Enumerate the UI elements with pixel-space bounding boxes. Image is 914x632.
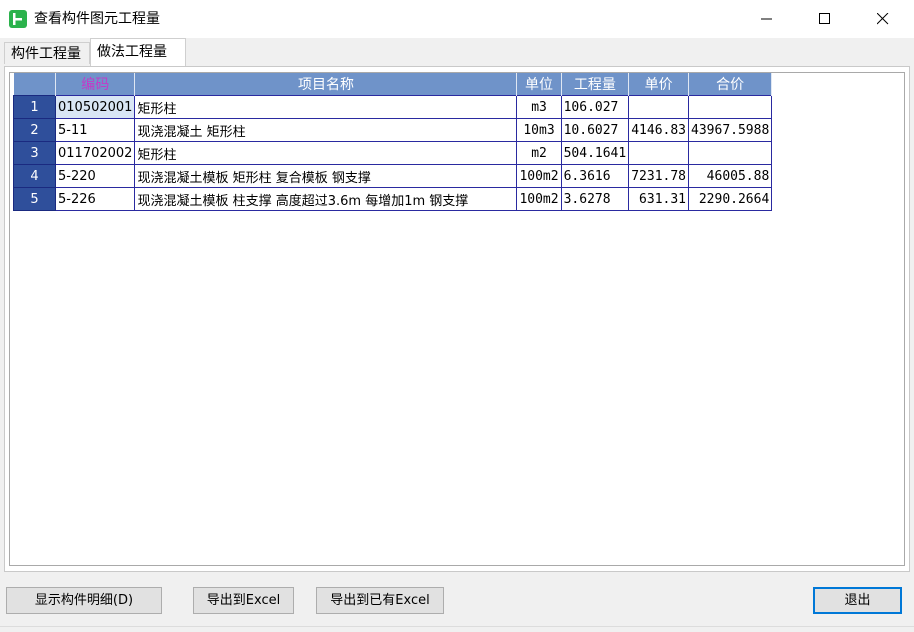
cell-quantity[interactable]: 10.6027: [560, 118, 630, 142]
cell-total-price[interactable]: 43967.5988: [688, 118, 773, 142]
cell-unit-price[interactable]: 7231.78: [628, 164, 690, 188]
table-header-row: 编码 项目名称 单位 工程量 单价 合价: [13, 73, 773, 96]
close-button[interactable]: [860, 0, 906, 38]
tab-component-quantity[interactable]: 构件工程量: [4, 42, 90, 64]
bottom-divider: [0, 626, 914, 632]
header-total-price[interactable]: 合价: [688, 73, 773, 96]
cell-item-name[interactable]: 矩形柱: [134, 141, 518, 165]
cell-quantity[interactable]: 6.3616: [560, 164, 630, 188]
header-item-name[interactable]: 项目名称: [134, 73, 518, 96]
cell-unit-price[interactable]: [628, 141, 690, 165]
cell-total-price[interactable]: [688, 141, 773, 165]
cell-item-name[interactable]: 现浇混凝土模板 柱支撑 高度超过3.6m 每增加1m 钢支撑: [134, 187, 518, 211]
row-number[interactable]: 3: [13, 141, 56, 165]
table-row[interactable]: 3 011702002 矩形柱 m2 504.1641: [13, 141, 773, 165]
minimize-icon: [761, 18, 772, 20]
window-title: 查看构件图元工程量: [34, 11, 160, 27]
table-row[interactable]: 4 5-220 现浇混凝土模板 矩形柱 复合模板 钢支撑 100m2 6.361…: [13, 164, 773, 188]
close-icon: [877, 13, 889, 25]
cell-unit[interactable]: 100m2: [516, 187, 562, 211]
maximize-button[interactable]: [802, 0, 848, 38]
tab-method-quantity[interactable]: 做法工程量: [90, 38, 186, 66]
row-number[interactable]: 2: [13, 118, 56, 142]
header-unit-price[interactable]: 单价: [628, 73, 690, 96]
cell-total-price[interactable]: [688, 95, 773, 119]
cell-unit-price[interactable]: 4146.83: [628, 118, 690, 142]
cell-code[interactable]: 5-220: [54, 164, 136, 188]
cell-quantity[interactable]: 3.6278: [560, 187, 630, 211]
minimize-button[interactable]: [744, 0, 790, 38]
cell-quantity[interactable]: 106.027: [560, 95, 630, 119]
exit-button[interactable]: 退出: [813, 587, 902, 614]
cell-item-name[interactable]: 现浇混凝土 矩形柱: [134, 118, 518, 142]
tab-strip: 构件工程量 做法工程量: [0, 38, 914, 66]
show-component-detail-button[interactable]: 显示构件明细(D): [6, 587, 162, 614]
cell-total-price[interactable]: 46005.88: [688, 164, 773, 188]
maximize-icon: [819, 13, 830, 24]
quantity-table: 编码 项目名称 单位 工程量 单价 合价 1 010502001 矩形柱 m3 …: [13, 73, 773, 211]
cell-quantity[interactable]: 504.1641: [560, 141, 630, 165]
header-code[interactable]: 编码: [55, 73, 136, 96]
cell-unit[interactable]: 10m3: [516, 118, 562, 142]
row-number[interactable]: 1: [13, 95, 56, 119]
title-bar: 查看构件图元工程量: [0, 0, 914, 38]
cell-item-name[interactable]: 现浇混凝土模板 矩形柱 复合模板 钢支撑: [134, 164, 518, 188]
tab-panel: 编码 项目名称 单位 工程量 单价 合价 1 010502001 矩形柱 m3 …: [4, 66, 910, 572]
table-row[interactable]: 5 5-226 现浇混凝土模板 柱支撑 高度超过3.6m 每增加1m 钢支撑 1…: [13, 187, 773, 211]
quantity-grid[interactable]: 编码 项目名称 单位 工程量 单价 合价 1 010502001 矩形柱 m3 …: [9, 72, 905, 566]
cell-total-price[interactable]: 2290.2664: [688, 187, 773, 211]
app-logo-icon: [9, 10, 27, 28]
export-to-existing-excel-button[interactable]: 导出到已有Excel: [316, 587, 444, 614]
cell-unit-price[interactable]: 631.31: [628, 187, 690, 211]
cell-code[interactable]: 011702002: [54, 141, 136, 165]
header-quantity[interactable]: 工程量: [561, 73, 630, 96]
cell-code[interactable]: 5-11: [54, 118, 136, 142]
cell-unit[interactable]: m3: [516, 95, 562, 119]
header-unit[interactable]: 单位: [516, 73, 562, 96]
cell-code[interactable]: 010502001: [54, 95, 136, 119]
header-corner: [13, 73, 56, 96]
export-to-excel-button[interactable]: 导出到Excel: [193, 587, 294, 614]
row-number[interactable]: 4: [13, 164, 56, 188]
cell-unit[interactable]: 100m2: [516, 164, 562, 188]
cell-item-name[interactable]: 矩形柱: [134, 95, 518, 119]
cell-unit-price[interactable]: [628, 95, 690, 119]
cell-unit[interactable]: m2: [516, 141, 562, 165]
cell-code[interactable]: 5-226: [54, 187, 136, 211]
row-number[interactable]: 5: [13, 187, 56, 211]
table-row[interactable]: 2 5-11 现浇混凝土 矩形柱 10m3 10.6027 4146.83 43…: [13, 118, 773, 142]
table-row[interactable]: 1 010502001 矩形柱 m3 106.027: [13, 95, 773, 119]
